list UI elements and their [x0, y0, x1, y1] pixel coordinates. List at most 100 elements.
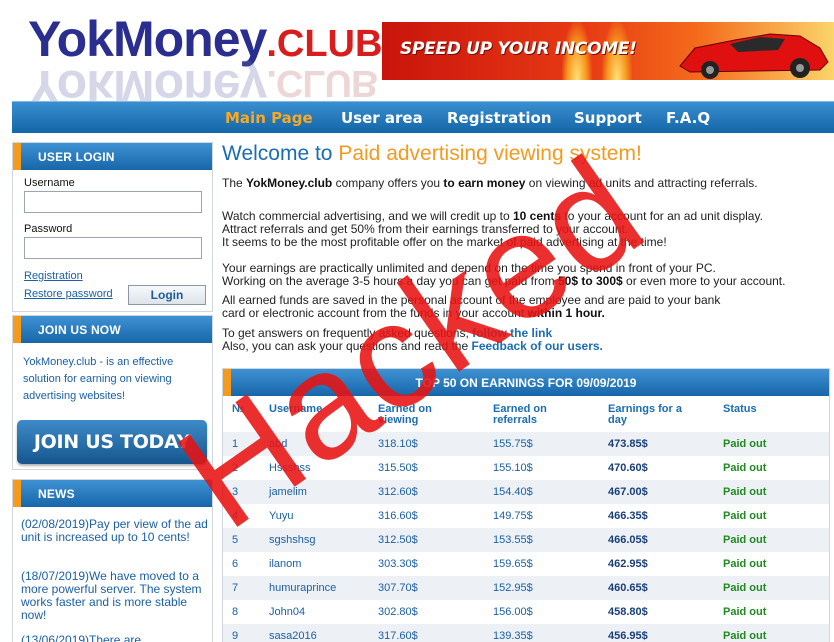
col-number: №: [232, 403, 245, 415]
username-field[interactable]: [24, 191, 202, 213]
restore-password-link[interactable]: Restore password: [24, 288, 113, 300]
cell-earnings-day: 473.85$: [608, 438, 648, 450]
cell-earned-referrals: 155.75$: [493, 438, 533, 450]
cell-rank: 2: [232, 462, 239, 474]
cell-status: Paid out: [723, 606, 767, 618]
cell-earned-referrals: 155.10$: [493, 462, 533, 474]
nav-faq[interactable]: F.A.Q: [666, 109, 710, 127]
username-label: Username: [24, 177, 75, 189]
promo-banner[interactable]: SPEED UP YOUR INCOME!: [382, 22, 834, 80]
nav-registration[interactable]: Registration: [447, 109, 552, 127]
cell-username[interactable]: Hssshss: [269, 462, 311, 474]
nav-support[interactable]: Support: [574, 109, 642, 127]
earnings-paragraph: Watch commercial advertising, and we wil…: [222, 209, 763, 249]
news-item[interactable]: (18/07/2019)We have moved to a more powe…: [21, 570, 211, 622]
main-navigation: Main Page User area Registration Support…: [12, 101, 834, 133]
user-login-panel: USER LOGIN Username Password Registratio…: [12, 142, 213, 312]
panel-title: NEWS: [38, 487, 75, 501]
cell-status: Paid out: [723, 630, 767, 642]
col-username: Username: [269, 403, 323, 415]
follow-link[interactable]: follow the link: [472, 326, 552, 340]
table-row: 6 ilanom 303.30$ 159.65$ 462.95$ Paid out: [223, 552, 829, 576]
cell-rank: 9: [232, 630, 239, 642]
cell-status: Paid out: [723, 510, 767, 522]
column-headers: № Username Earned on viewing Earned on r…: [223, 396, 829, 432]
login-button[interactable]: Login: [128, 285, 206, 305]
cell-rank: 5: [232, 534, 239, 546]
col-earned-viewing: Earned on viewing: [378, 403, 432, 426]
cell-earned-viewing: 312.60$: [378, 486, 418, 498]
table-row: 4 Yuyu 316.60$ 149.75$ 466.35$ Paid out: [223, 504, 829, 528]
cell-status: Paid out: [723, 462, 767, 474]
cell-earned-referrals: 154.40$: [493, 486, 533, 498]
intro-paragraph: The YokMoney.club company offers you to …: [222, 176, 758, 190]
cell-username[interactable]: jamelim: [269, 486, 307, 498]
cell-rank: 7: [232, 582, 239, 594]
cell-earnings-day: 470.60$: [608, 462, 648, 474]
table-row: 8 John04 302.80$ 156.00$ 458.80$ Paid out: [223, 600, 829, 624]
cell-rank: 8: [232, 606, 239, 618]
password-field[interactable]: [24, 237, 202, 259]
cell-rank: 1: [232, 438, 239, 450]
header-accent: [13, 316, 21, 343]
payout-paragraph: All earned funds are saved in the person…: [222, 293, 721, 320]
unlimited-paragraph: Your earnings are practically unlimited …: [222, 261, 786, 288]
cell-earned-viewing: 312.50$: [378, 534, 418, 546]
cell-earned-referrals: 159.65$: [493, 558, 533, 570]
cell-status: Paid out: [723, 438, 767, 450]
cell-earned-referrals: 156.00$: [493, 606, 533, 618]
cell-username[interactable]: Yuyu: [269, 510, 293, 522]
cell-earned-viewing: 318.10$: [378, 438, 418, 450]
cell-earnings-day: 458.80$: [608, 606, 648, 618]
table-row: 7 humuraprince 307.70$ 152.95$ 460.65$ Paid o…: [223, 576, 829, 600]
table-row: 3 jamelim 312.60$ 154.40$ 467.00$ Paid out: [223, 480, 829, 504]
col-earnings-day: Earnings for a day: [608, 403, 682, 426]
cell-earnings-day: 456.95$: [608, 630, 648, 642]
cell-earnings-day: 466.05$: [608, 534, 648, 546]
table-row: 2 Hssshss 315.50$ 155.10$ 470.60$ Paid out: [223, 456, 829, 480]
cell-username[interactable]: sgshshsg: [269, 534, 315, 546]
cell-rank: 4: [232, 510, 239, 522]
col-earned-referrals: Earned on referrals: [493, 403, 547, 426]
table-row: 5 sgshshsg 312.50$ 153.55$ 466.05$ Paid out: [223, 528, 829, 552]
join-us-panel: JOIN US NOW YokMoney.club - is an effect…: [12, 315, 213, 470]
panel-title: JOIN US NOW: [38, 323, 121, 337]
col-status: Status: [723, 403, 757, 415]
banner-text: SPEED UP YOUR INCOME!: [400, 39, 637, 59]
cell-earned-viewing: 303.30$: [378, 558, 418, 570]
top-earnings-table: TOP 50 ON EARNINGS FOR 09/09/2019 № User…: [222, 368, 830, 642]
cell-earnings-day: 467.00$: [608, 486, 648, 498]
panel-title: USER LOGIN: [38, 150, 115, 164]
join-description: YokMoney.club - is an effective solution…: [23, 356, 174, 402]
nav-user-area[interactable]: User area: [341, 109, 423, 127]
panel-header: JOIN US NOW: [13, 316, 212, 343]
cell-earnings-day: 466.35$: [608, 510, 648, 522]
cell-earned-viewing: 317.60$: [378, 630, 418, 642]
news-item[interactable]: (13/06/2019)There are: [21, 634, 211, 642]
table-header: TOP 50 ON EARNINGS FOR 09/09/2019: [223, 369, 829, 396]
cell-username[interactable]: ilanom: [269, 558, 301, 570]
cell-earned-referrals: 139.35$: [493, 630, 533, 642]
cell-username[interactable]: sasa2016: [269, 630, 317, 642]
cell-earned-viewing: 302.80$: [378, 606, 418, 618]
table-row: 9 sasa2016 317.60$ 139.35$ 456.95$ Paid out: [223, 624, 829, 642]
cell-username[interactable]: abd: [269, 438, 287, 450]
cell-status: Paid out: [723, 534, 767, 546]
cell-username[interactable]: John04: [269, 606, 305, 618]
cell-earned-referrals: 149.75$: [493, 510, 533, 522]
password-label: Password: [24, 223, 73, 235]
cell-earnings-day: 462.95$: [608, 558, 648, 570]
news-panel: NEWS (02/08/2019)Pay per view of the ad …: [12, 479, 213, 642]
site-logo[interactable]: YokMoney.CLUB YokMoney.CLUB: [28, 14, 382, 116]
registration-link[interactable]: Registration: [24, 270, 83, 282]
news-item[interactable]: (02/08/2019)Pay per view of the ad unit …: [21, 518, 211, 544]
feedback-link[interactable]: Feedback of our users.: [472, 339, 603, 353]
table-row: 1 abd 318.10$ 155.75$ 473.85$ Paid out: [223, 432, 829, 456]
join-us-today-button[interactable]: JOIN US TODAY: [17, 420, 207, 464]
table-title: TOP 50 ON EARNINGS FOR 09/09/2019: [415, 376, 637, 390]
cell-rank: 6: [232, 558, 239, 570]
header-accent: [13, 143, 21, 170]
nav-main-page[interactable]: Main Page: [225, 109, 313, 127]
cell-status: Paid out: [723, 558, 767, 570]
cell-username[interactable]: humuraprince: [269, 582, 336, 594]
